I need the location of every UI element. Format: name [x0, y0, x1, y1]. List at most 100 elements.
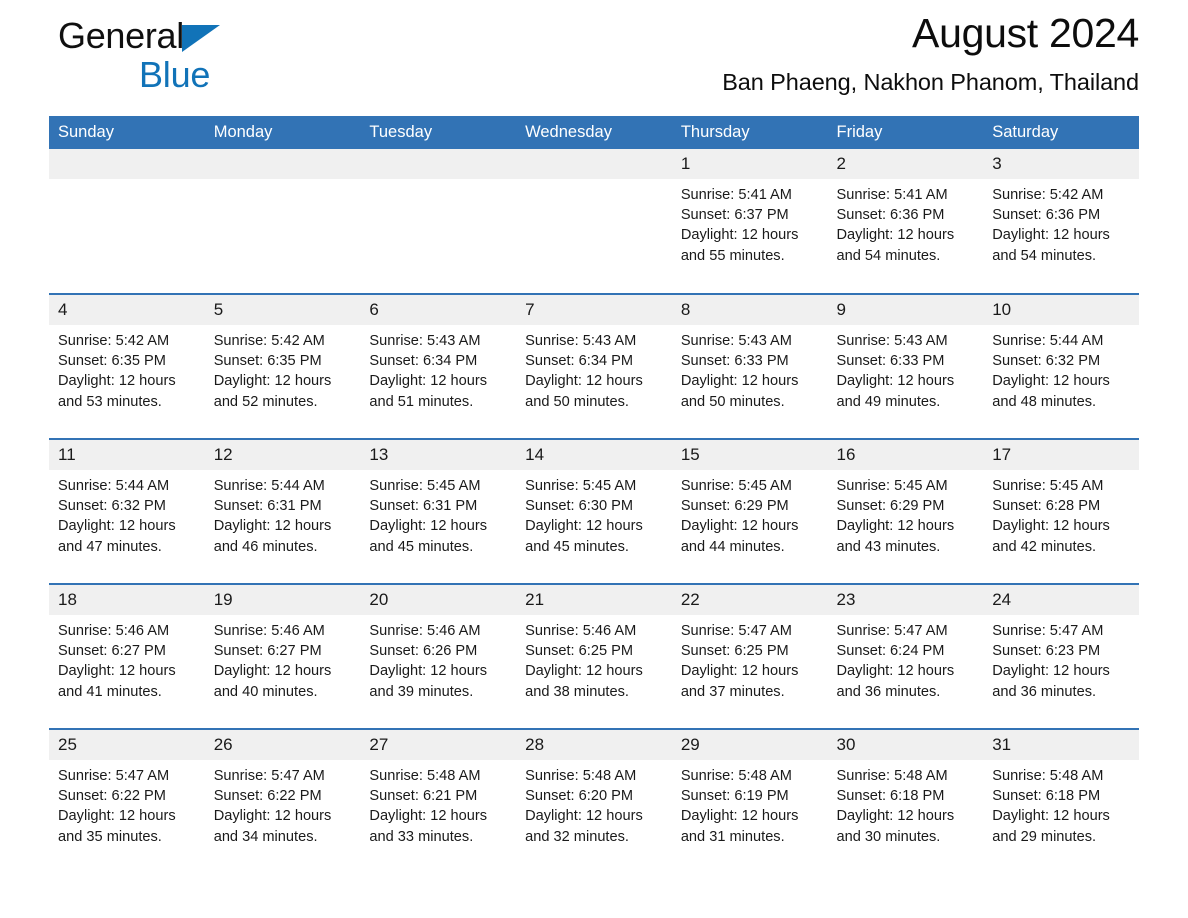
day-number: 21	[516, 585, 672, 615]
sunrise-time: Sunrise: 5:48 AM	[369, 768, 481, 784]
day-cell-inner: 30 Sunrise: 5:48 AM Sunset: 6:18 PM Dayligh…	[827, 730, 984, 863]
calendar-day-cell[interactable]: 25 Sunrise: 5:47 AM Sunset: 6:22 PM Dayligh…	[49, 728, 205, 863]
day-number	[516, 149, 672, 179]
day-number: 30	[827, 730, 984, 760]
daylight-duration-line1: Daylight: 12 hours	[992, 227, 1110, 244]
sunset-time: Sunset: 6:34 PM	[525, 353, 634, 370]
calendar-day-cell[interactable]: 22 Sunrise: 5:47 AM Sunset: 6:25 PM Dayligh…	[671, 583, 828, 718]
daylight-duration-line2: and 45 minutes.	[369, 538, 474, 555]
daylight-duration-line2: and 42 minutes.	[992, 538, 1097, 555]
day-cell-inner	[49, 149, 205, 283]
week-gap-cell	[49, 283, 1139, 294]
day-cell-inner: 13 Sunrise: 5:45 AM Sunset: 6:31 PM Dayligh…	[360, 440, 517, 573]
calendar-day-cell[interactable]: 15 Sunrise: 5:45 AM Sunset: 6:29 PM Dayligh…	[671, 438, 828, 573]
day-number: 13	[360, 440, 517, 470]
calendar-day-cell[interactable]: 8 Sunrise: 5:43 AM Sunset: 6:33 PM Daylight…	[671, 293, 828, 428]
daylight-duration-line1: Daylight: 12 hours	[836, 227, 955, 244]
day-cell-inner: 14 Sunrise: 5:45 AM Sunset: 6:30 PM Dayligh…	[516, 440, 672, 573]
daylight-duration-line2: and 37 minutes.	[680, 683, 785, 700]
calendar-day-cell[interactable]: 31 Sunrise: 5:48 AM Sunset: 6:18 PM Dayligh…	[983, 728, 1139, 863]
calendar-day-cell[interactable]: 23 Sunrise: 5:47 AM Sunset: 6:24 PM Dayligh…	[827, 583, 984, 718]
daylight-duration-line1: Daylight: 12 hours	[369, 663, 488, 680]
calendar-day-cell[interactable]: 13 Sunrise: 5:45 AM Sunset: 6:31 PM Dayligh…	[360, 438, 517, 573]
day-details: Sunrise: 5:48 AM Sunset: 6:18 PM Daylight:…	[983, 760, 1139, 847]
sunset-time: Sunset: 6:19 PM	[680, 788, 789, 805]
daylight-duration-line1: Daylight: 12 hours	[369, 373, 488, 390]
daylight-duration-line1: Daylight: 12 hours	[525, 518, 643, 535]
daylight-duration-line1: Daylight: 12 hours	[525, 373, 643, 390]
column-header-tuesday: Tuesday	[360, 116, 517, 149]
calendar-day-cell[interactable]: 18 Sunrise: 5:46 AM Sunset: 6:27 PM Dayligh…	[49, 583, 205, 718]
day-number: 12	[204, 440, 361, 470]
calendar-day-cell[interactable]: 16 Sunrise: 5:45 AM Sunset: 6:29 PM Dayligh…	[827, 438, 984, 573]
day-of-week-header-row: Sunday Monday Tuesday Wednesday Thursday…	[49, 116, 1139, 149]
day-cell-inner: 27 Sunrise: 5:48 AM Sunset: 6:21 PM Dayligh…	[360, 730, 517, 863]
calendar-day-cell[interactable]: 17 Sunrise: 5:45 AM Sunset: 6:28 PM Dayligh…	[983, 438, 1139, 573]
calendar-day-cell[interactable]: 2 Sunrise: 5:41 AM Sunset: 6:36 PM Daylight…	[827, 149, 984, 283]
calendar-day-cell[interactable]: 20 Sunrise: 5:46 AM Sunset: 6:26 PM Dayligh…	[360, 583, 517, 718]
calendar-day-cell[interactable]: 30 Sunrise: 5:48 AM Sunset: 6:18 PM Dayligh…	[827, 728, 984, 863]
page-title: August 2024	[912, 10, 1139, 56]
calendar-day-cell[interactable]: 24 Sunrise: 5:47 AM Sunset: 6:23 PM Dayligh…	[983, 583, 1139, 718]
calendar-day-cell[interactable]: 3 Sunrise: 5:42 AM Sunset: 6:36 PM Daylight…	[983, 149, 1139, 283]
week-gap	[49, 573, 1139, 584]
daylight-duration-line1: Daylight: 12 hours	[525, 663, 643, 680]
daylight-duration-line2: and 38 minutes.	[525, 683, 629, 700]
daylight-duration-line2: and 50 minutes.	[680, 393, 785, 410]
sunset-time: Sunset: 6:23 PM	[992, 643, 1101, 660]
daylight-duration-line1: Daylight: 12 hours	[58, 518, 176, 535]
sunrise-time: Sunrise: 5:41 AM	[680, 187, 792, 203]
calendar-day-cell[interactable]: 9 Sunrise: 5:43 AM Sunset: 6:33 PM Daylight…	[827, 293, 984, 428]
day-cell-inner	[204, 149, 361, 283]
calendar-day-cell[interactable]: 26 Sunrise: 5:47 AM Sunset: 6:22 PM Dayligh…	[204, 728, 361, 863]
sunset-time: Sunset: 6:35 PM	[58, 353, 166, 370]
calendar-day-cell[interactable]: 29 Sunrise: 5:48 AM Sunset: 6:19 PM Dayligh…	[671, 728, 828, 863]
calendar-day-cell[interactable]: 14 Sunrise: 5:45 AM Sunset: 6:30 PM Dayligh…	[516, 438, 672, 573]
calendar-day-cell[interactable]: 19 Sunrise: 5:46 AM Sunset: 6:27 PM Dayligh…	[204, 583, 361, 718]
daylight-duration-line1: Daylight: 12 hours	[836, 373, 955, 390]
daylight-duration-line2: and 41 minutes.	[58, 683, 162, 700]
calendar-day-cell[interactable]: 11 Sunrise: 5:44 AM Sunset: 6:32 PM Dayligh…	[49, 438, 205, 573]
day-cell-inner: 15 Sunrise: 5:45 AM Sunset: 6:29 PM Dayligh…	[671, 440, 828, 573]
sunset-time: Sunset: 6:36 PM	[992, 207, 1101, 224]
day-details: Sunrise: 5:41 AM Sunset: 6:36 PM Daylight:…	[828, 179, 984, 266]
sunrise-time: Sunrise: 5:46 AM	[58, 623, 170, 639]
day-cell-inner	[516, 149, 672, 283]
calendar-day-cell[interactable]: 7 Sunrise: 5:43 AM Sunset: 6:34 PM Daylight…	[516, 293, 672, 428]
general-blue-logo[interactable]: General Blue	[58, 16, 328, 98]
day-number: 11	[49, 440, 205, 470]
daylight-duration-line2: and 44 minutes.	[680, 538, 785, 555]
calendar-day-cell[interactable]: 6 Sunrise: 5:43 AM Sunset: 6:34 PM Daylight…	[360, 293, 517, 428]
calendar-day-cell[interactable]: 21 Sunrise: 5:46 AM Sunset: 6:25 PM Dayligh…	[516, 583, 672, 718]
calendar-day-cell[interactable]: 5 Sunrise: 5:42 AM Sunset: 6:35 PM Daylight…	[204, 293, 361, 428]
sunrise-time: Sunrise: 5:45 AM	[836, 478, 948, 494]
column-header-wednesday: Wednesday	[516, 116, 672, 149]
column-header-saturday: Saturday	[983, 116, 1139, 149]
day-number: 22	[671, 585, 828, 615]
column-header-monday: Monday	[204, 116, 361, 149]
day-cell-inner: 12 Sunrise: 5:44 AM Sunset: 6:31 PM Dayligh…	[204, 440, 361, 573]
calendar-day-cell[interactable]: 4 Sunrise: 5:42 AM Sunset: 6:35 PM Daylight…	[49, 293, 205, 428]
day-cell-inner: 16 Sunrise: 5:45 AM Sunset: 6:29 PM Dayligh…	[827, 440, 984, 573]
day-cell-inner: 21 Sunrise: 5:46 AM Sunset: 6:25 PM Dayligh…	[516, 585, 672, 718]
calendar-day-cell[interactable]: 1 Sunrise: 5:41 AM Sunset: 6:37 PM Daylight…	[671, 149, 828, 283]
sunrise-time: Sunrise: 5:41 AM	[836, 187, 948, 203]
day-details: Sunrise: 5:42 AM Sunset: 6:35 PM Daylight:…	[49, 325, 205, 412]
calendar-day-cell[interactable]: 28 Sunrise: 5:48 AM Sunset: 6:20 PM Dayligh…	[516, 728, 672, 863]
calendar-day-cell[interactable]: 27 Sunrise: 5:48 AM Sunset: 6:21 PM Dayligh…	[360, 728, 517, 863]
calendar-day-cell-empty	[516, 149, 672, 283]
day-details: Sunrise: 5:42 AM Sunset: 6:36 PM Daylight:…	[983, 179, 1139, 266]
logo-word-general: General	[58, 15, 184, 56]
calendar-day-cell[interactable]: 12 Sunrise: 5:44 AM Sunset: 6:31 PM Dayligh…	[204, 438, 361, 573]
sunrise-time: Sunrise: 5:48 AM	[836, 768, 948, 784]
title-block: August 2024 Ban Phaeng, Nakhon Phanom, T…	[722, 6, 1139, 98]
daylight-duration-line2: and 31 minutes.	[680, 828, 785, 845]
calendar-day-cell[interactable]: 10 Sunrise: 5:44 AM Sunset: 6:32 PM Dayligh…	[983, 293, 1139, 428]
sunset-time: Sunset: 6:25 PM	[680, 643, 789, 660]
day-number: 9	[827, 295, 984, 325]
day-cell-inner: 22 Sunrise: 5:47 AM Sunset: 6:25 PM Dayligh…	[671, 585, 828, 718]
calendar-day-cell-empty	[360, 149, 517, 283]
column-header-sunday: Sunday	[49, 116, 205, 149]
sunrise-time: Sunrise: 5:43 AM	[680, 333, 792, 349]
day-number: 1	[671, 149, 828, 179]
